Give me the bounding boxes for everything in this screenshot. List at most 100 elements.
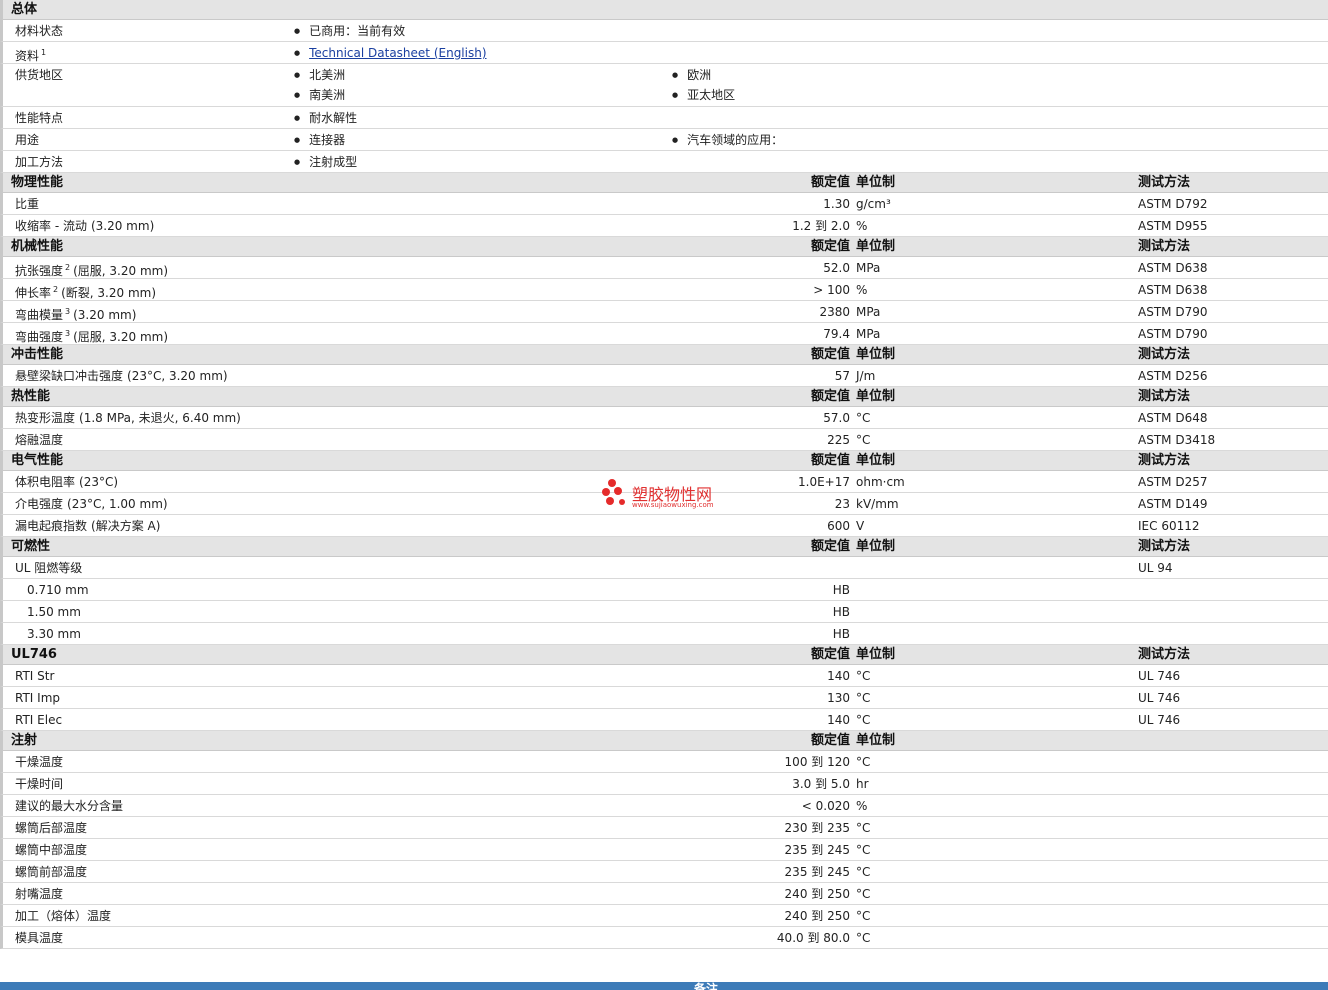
row-value: 240 到 250 bbox=[784, 909, 850, 923]
row-condition: (3.20 mm) bbox=[73, 308, 137, 322]
watermark: 塑胶物性网 www.sujiaowuxing.com bbox=[600, 477, 740, 511]
col-header-nominal: 额定值 bbox=[810, 389, 850, 404]
row-value: 230 到 235 bbox=[784, 821, 850, 835]
region-item: 亚太地区 bbox=[672, 84, 735, 108]
section-mechanical: 机械性能 额定值 单位制 测试方法 抗张强度 2 (屈服, 3.20 mm) 52.0 MPa A… bbox=[0, 237, 1328, 345]
row-test-method: ASTM D648 bbox=[1138, 411, 1208, 425]
injection-row: 螺筒前部温度 235 到 245 °C bbox=[0, 861, 1328, 883]
row-test-method: ASTM D256 bbox=[1138, 369, 1208, 383]
row-label: RTI Imp bbox=[15, 687, 60, 709]
section-header-injection: 注射 额定值 单位制 bbox=[0, 731, 1328, 751]
flammability-main-row: UL 阻燃等级 UL 94 bbox=[0, 557, 1328, 579]
general-row-features: 性能特点 耐水解性 bbox=[0, 107, 1328, 129]
thermal-row: 熔融温度 225 °C ASTM D3418 bbox=[0, 429, 1328, 451]
section-header-ul746: UL746 额定值 单位制 测试方法 bbox=[0, 645, 1328, 665]
col-header-test: 测试方法 bbox=[1138, 389, 1191, 404]
col-header-unit: 单位制 bbox=[856, 453, 896, 468]
row-value: 235 到 245 bbox=[784, 843, 850, 857]
row-value: 57 bbox=[834, 369, 850, 383]
section-ul746: UL746 额定值 单位制 测试方法 RTI Str 140 °C UL 746 RTI Imp… bbox=[0, 645, 1328, 731]
col-header-nominal: 额定值 bbox=[810, 175, 850, 190]
row-label: 模具温度 bbox=[15, 927, 63, 949]
row-value: 23 bbox=[834, 497, 850, 511]
row-test-method: UL 94 bbox=[1138, 561, 1173, 575]
row-label: 螺筒后部温度 bbox=[15, 817, 87, 839]
row-condition: (屈服, 3.20 mm) bbox=[73, 264, 169, 278]
col-header-unit: 单位制 bbox=[856, 647, 896, 662]
col-header-unit: 单位制 bbox=[856, 175, 896, 190]
col-header-test: 测试方法 bbox=[1138, 453, 1191, 468]
row-value: 1.0E+17 bbox=[798, 475, 850, 489]
row-label: 干燥温度 bbox=[15, 751, 63, 773]
col-header-unit: 单位制 bbox=[856, 239, 896, 254]
general-row-docs: 资料1 Technical Datasheet (English) bbox=[0, 42, 1328, 64]
row-value: 600 bbox=[827, 519, 850, 533]
row-label-text: RTI Elec bbox=[15, 713, 63, 727]
row-label-text: 弯曲强度 bbox=[15, 330, 64, 344]
row-label-text: 热变形温度 bbox=[15, 411, 76, 425]
row-label: 热变形温度 (1.8 MPa, 未退火, 6.40 mm) bbox=[15, 407, 241, 429]
general-row-status: 材料状态 已商用：当前有效 bbox=[0, 20, 1328, 42]
datasheet-link-item: Technical Datasheet (English) bbox=[294, 42, 486, 66]
row-value: 1.30 bbox=[823, 197, 850, 211]
row-value: 225 bbox=[827, 433, 850, 447]
section-injection: 注射 额定值 单位制 干燥温度 100 到 120 °C 干燥时间 3.0 到 5.0 hr 建议… bbox=[0, 731, 1328, 949]
row-label-text: 熔融温度 bbox=[15, 433, 64, 447]
col-header-nominal: 额定值 bbox=[810, 239, 850, 254]
row-unit: hr bbox=[856, 777, 869, 791]
row-value: 79.4 bbox=[823, 327, 850, 341]
row-test-method: ASTM D790 bbox=[1138, 327, 1208, 341]
row-value: HB bbox=[832, 583, 850, 597]
row-unit: °C bbox=[856, 713, 871, 727]
footnote-ref: 2 bbox=[53, 285, 59, 294]
row-value: 140 bbox=[827, 669, 850, 683]
row-unit: °C bbox=[856, 411, 871, 425]
section-header-physical: 物理性能 额定值 单位制 测试方法 bbox=[0, 173, 1328, 193]
injection-row: 螺筒中部温度 235 到 245 °C bbox=[0, 839, 1328, 861]
injection-row: 建议的最大水分含量 < 0.020% bbox=[0, 795, 1328, 817]
row-unit: °C bbox=[856, 821, 871, 835]
row-label-text: 漏电起痕指数 bbox=[15, 519, 88, 533]
footer-label: 备注 bbox=[694, 982, 719, 990]
row-label: 0.710 mm bbox=[27, 583, 89, 597]
row-label-text: 干燥温度 bbox=[15, 755, 64, 769]
row-value: 1.2 到 2.0 bbox=[792, 219, 850, 233]
row-unit: % bbox=[856, 283, 868, 297]
section-impact: 冲击性能 额定值 单位制 测试方法 悬壁梁缺口冲击强度 (23°C, 3.20 mm) 57… bbox=[0, 345, 1328, 387]
watermark-logo-icon bbox=[602, 479, 625, 505]
row-test-method: UL 746 bbox=[1138, 691, 1181, 705]
flammability-row: 0.710 mm HB bbox=[0, 579, 1328, 601]
row-test-method: ASTM D790 bbox=[1138, 305, 1208, 319]
row-condition: (23°C, 3.20 mm) bbox=[127, 369, 228, 383]
technical-datasheet-link[interactable]: Technical Datasheet (English) bbox=[309, 46, 486, 60]
row-value: 235 到 245 bbox=[784, 865, 850, 879]
row-condition: (断裂, 3.20 mm) bbox=[61, 286, 157, 300]
section-header-impact: 冲击性能 额定值 单位制 测试方法 bbox=[0, 345, 1328, 365]
region-item: 南美洲 bbox=[294, 84, 345, 108]
general-row-regions: 供货地区 北美洲 欧洲 南美洲 亚太地区 bbox=[0, 64, 1328, 107]
row-test-method: ASTM D792 bbox=[1138, 197, 1208, 211]
row-label-text: 伸长率 bbox=[15, 286, 52, 300]
row-test-method: ASTM D3418 bbox=[1138, 433, 1216, 447]
section-thermal: 热性能 额定值 单位制 测试方法 热变形温度 (1.8 MPa, 未退火, 6.40 mm… bbox=[0, 387, 1328, 451]
section-header-mechanical: 机械性能 额定值 单位制 测试方法 bbox=[0, 237, 1328, 257]
col-header-unit: 单位制 bbox=[856, 539, 896, 554]
row-label-text: 螺筒中部温度 bbox=[15, 843, 88, 857]
row-label: 收缩率 - 流动 (3.20 mm) bbox=[15, 215, 154, 237]
row-unit: °C bbox=[856, 691, 871, 705]
row-label-text: 介电强度 bbox=[15, 497, 64, 511]
ul746-row: RTI Imp 130 °C UL 746 bbox=[0, 687, 1328, 709]
row-value: HB bbox=[832, 605, 850, 619]
physical-row: 比重 1.30 g/cm³ ASTM D792 bbox=[0, 193, 1328, 215]
row-condition: (23°C, 1.00 mm) bbox=[67, 497, 168, 511]
row-label: 干燥时间 bbox=[15, 773, 63, 795]
row-unit: °C bbox=[856, 755, 871, 769]
row-label-text: 加工（熔体）温度 bbox=[15, 909, 112, 923]
row-label-text: 模具温度 bbox=[15, 931, 64, 945]
row-label-text: 射嘴温度 bbox=[15, 887, 64, 901]
ul746-row: RTI Elec 140 °C UL 746 bbox=[0, 709, 1328, 731]
flammability-row: 1.50 mm HB bbox=[0, 601, 1328, 623]
injection-row: 模具温度 40.0 到 80.0 °C bbox=[0, 927, 1328, 949]
row-label: 建议的最大水分含量 bbox=[15, 795, 123, 817]
row-test-method: ASTM D257 bbox=[1138, 475, 1208, 489]
